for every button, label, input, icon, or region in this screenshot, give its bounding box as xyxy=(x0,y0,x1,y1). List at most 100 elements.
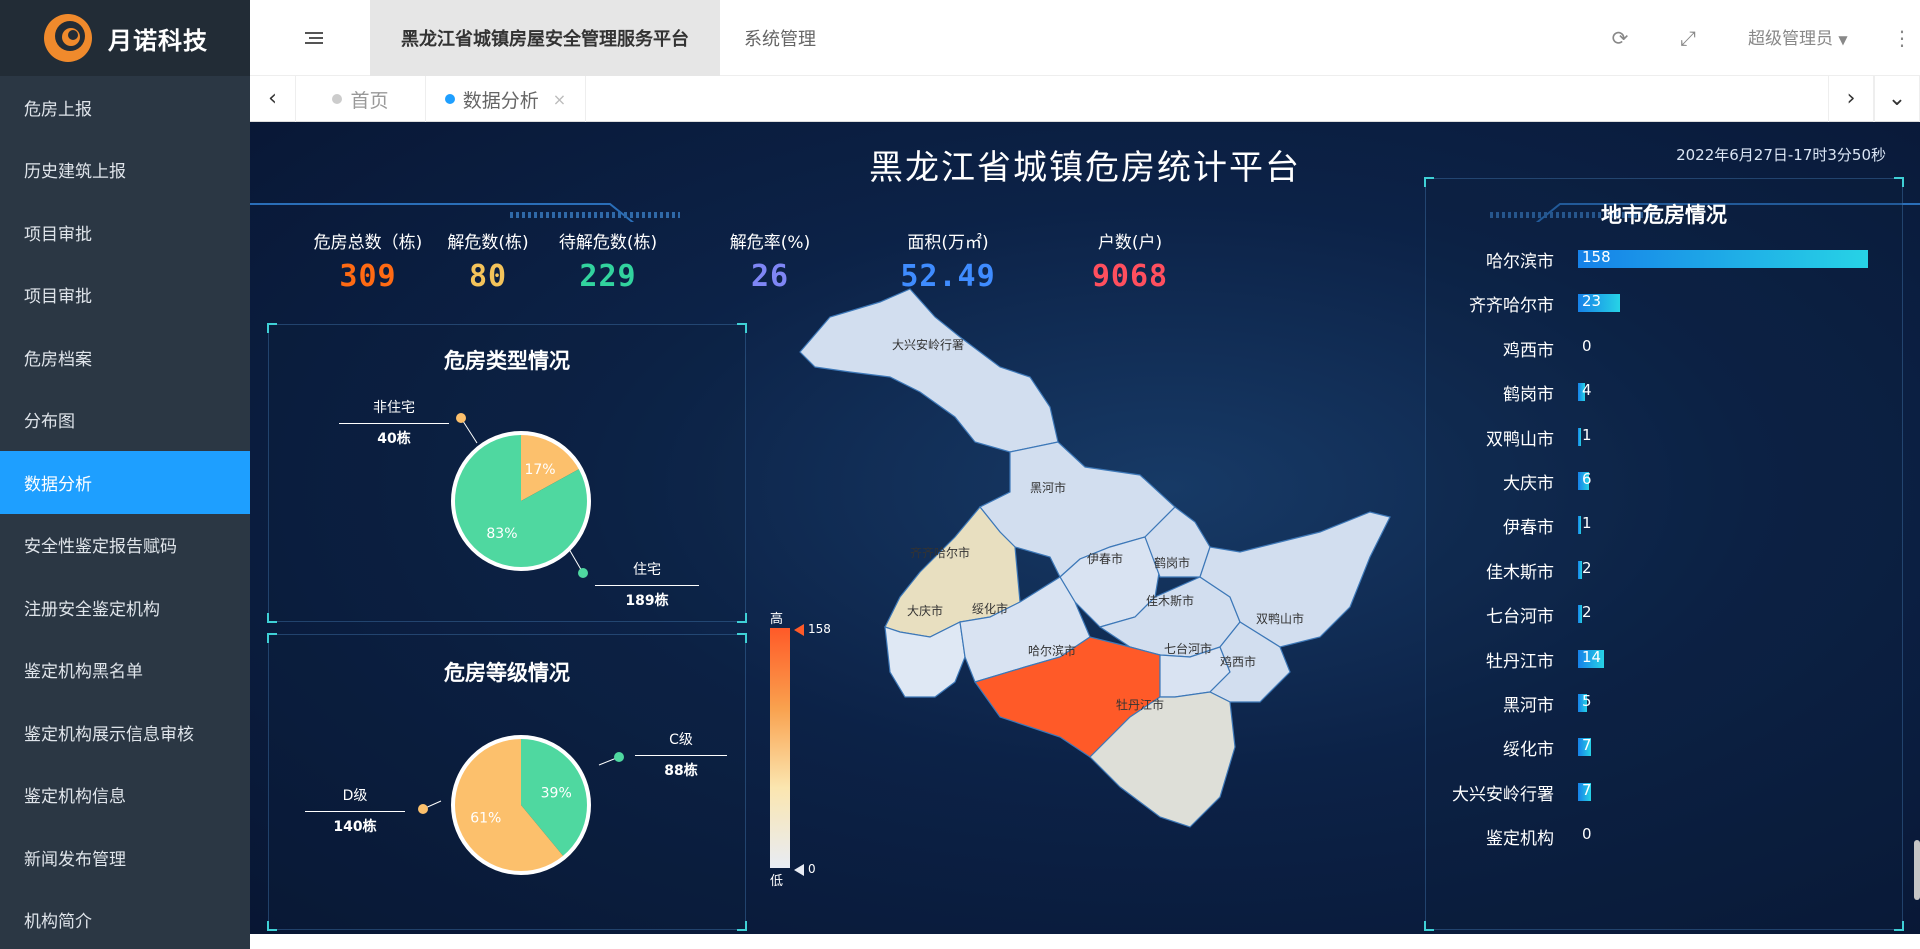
sidebar-item[interactable]: 鉴定机构黑名单 xyxy=(0,639,250,702)
page-tab-bar: ‹ 首页 数据分析 × › ⌄ xyxy=(250,76,1920,122)
sidebar-item[interactable]: 危房上报 xyxy=(0,76,250,139)
city-name: 齐齐哈尔市 xyxy=(1469,296,1554,317)
slice-count: 88栋 xyxy=(635,755,727,780)
pie-label-d: D级 140栋 xyxy=(305,785,405,836)
sidebar-item[interactable]: 安全性鉴定报告赋码 xyxy=(0,514,250,577)
stat-value: 229 xyxy=(579,259,637,294)
menu-icon[interactable] xyxy=(302,26,326,50)
app-root: 月诺科技 危房上报 历史建筑上报 项目审批 项目审批 危房档案 分布图 数据分析 安全性鉴定报… xyxy=(0,0,1920,949)
tab-scroll-left-icon[interactable]: ‹ xyxy=(250,76,296,122)
city-value: 1 xyxy=(1582,514,1592,533)
sidebar-item[interactable]: 项目审批 xyxy=(0,201,250,264)
city-name: 双鸭山市 xyxy=(1486,429,1554,450)
city-name: 七台河市 xyxy=(1486,607,1554,628)
city-row: 大庆市 6 xyxy=(1426,459,1906,503)
page-tab-label: 数据分析 xyxy=(462,89,539,112)
sidebar-item[interactable]: 数据分析 xyxy=(0,451,250,514)
pie-percent-label: 17% xyxy=(524,462,555,478)
level-panel: 危房等级情况 39% 61% C级 88栋 D级 140栋 xyxy=(267,633,747,931)
tab-scroll-right-icon[interactable]: › xyxy=(1828,76,1874,122)
sidebar-item[interactable]: 新闻发布管理 xyxy=(0,826,250,889)
stat-card: 待解危数(栋) 229 xyxy=(538,228,678,294)
city-bar[interactable] xyxy=(1578,250,1868,268)
brand-logo[interactable]: 月诺科技 xyxy=(0,0,250,76)
sidebar-item[interactable]: 机构简介 xyxy=(0,889,250,949)
city-name: 牡丹江市 xyxy=(1486,651,1554,672)
slice-count: 40栋 xyxy=(339,423,449,448)
city-row: 牡丹江市 14 xyxy=(1426,637,1906,681)
close-icon[interactable]: × xyxy=(553,90,566,109)
city-value: 158 xyxy=(1582,248,1611,266)
pie-label-residential: 住宅 189栋 xyxy=(595,559,699,610)
level-pie-chart: 39% 61% xyxy=(418,735,624,875)
map-label: 绥化市 xyxy=(972,601,1008,616)
sidebar-item[interactable]: 鉴定机构展示信息审核 xyxy=(0,701,250,764)
map-label: 鸡西市 xyxy=(1220,654,1256,669)
map-legend: 高 158 0 低 xyxy=(758,608,831,898)
city-row: 哈尔滨市 158 xyxy=(1426,237,1906,281)
city-bar[interactable] xyxy=(1578,427,1581,446)
tab-system[interactable]: 系统管理 xyxy=(744,0,816,76)
city-name: 大庆市 xyxy=(1503,474,1554,494)
brand-mark-icon xyxy=(44,14,92,62)
city-name: 伊春市 xyxy=(1503,518,1554,539)
city-value: 4 xyxy=(1582,381,1592,400)
sidebar-item[interactable]: 分布图 xyxy=(0,389,250,452)
map-label: 七台河市 xyxy=(1164,641,1212,656)
slice-name: 住宅 xyxy=(633,562,661,578)
tab-platform[interactable]: 黑龙江省城镇房屋安全管理服务平台 xyxy=(370,0,720,76)
chevron-down-icon[interactable]: ⌄ xyxy=(1874,76,1920,122)
city-name: 黑河市 xyxy=(1503,696,1554,716)
stat-value: 80 xyxy=(468,259,508,294)
city-value: 5 xyxy=(1582,692,1592,710)
city-value: 7 xyxy=(1582,736,1592,755)
sidebar-item[interactable]: 鉴定机构信息 xyxy=(0,764,250,827)
pie-percent-label: 39% xyxy=(541,785,572,801)
more-icon[interactable]: ⋮ xyxy=(1890,26,1914,50)
city-name: 鸡西市 xyxy=(1503,340,1554,361)
user-menu[interactable]: 超级管理员 ▼ xyxy=(1748,24,1848,49)
city-row: 绥化市 7 xyxy=(1426,725,1906,769)
legend-min: 0 xyxy=(808,862,816,876)
page-tab-analysis[interactable]: 数据分析 × xyxy=(426,76,586,122)
city-name: 大兴安岭行署 xyxy=(1452,784,1554,805)
page-tab-home[interactable]: 首页 xyxy=(296,76,426,122)
stat-label: 解危数(栋) xyxy=(447,233,529,253)
pie-marker xyxy=(578,568,588,578)
city-list: 哈尔滨市 158 齐齐哈尔市 23 鸡西市 0 鹤岗市 4 双鸭山市 1 大庆市 6 伊春市 1 佳木斯市 2… xyxy=(1426,237,1904,917)
city-bar[interactable] xyxy=(1578,516,1581,535)
city-value: 14 xyxy=(1582,647,1602,666)
dashboard-time: 2022年6月27日-17时3分50秒 xyxy=(1676,146,1886,164)
legend-low: 低 xyxy=(770,874,784,889)
fullscreen-icon[interactable]: ⤢ xyxy=(1676,26,1700,50)
sidebar-item[interactable]: 项目审批 xyxy=(0,264,250,327)
brand-name: 月诺科技 xyxy=(108,26,208,55)
legend-handle-icon[interactable] xyxy=(794,864,804,876)
sidebar-item[interactable]: 历史建筑上报 xyxy=(0,139,250,202)
city-name: 鹤岗市 xyxy=(1503,385,1554,406)
pie-percent-label: 83% xyxy=(486,526,517,542)
sidebar-item[interactable]: 注册安全鉴定机构 xyxy=(0,576,250,639)
chevron-down-icon: ▼ xyxy=(1838,33,1848,47)
user-name: 超级管理员 xyxy=(1748,29,1833,49)
map-label: 齐齐哈尔市 xyxy=(910,545,970,560)
dashboard: 黑龙江省城镇危房统计平台 2022年6月27日-17时3分50秒 危房总数（栋)… xyxy=(250,122,1920,934)
map-label: 鹤岗市 xyxy=(1154,555,1190,570)
legend-handle-icon[interactable] xyxy=(794,624,804,636)
sidebar-item[interactable]: 危房档案 xyxy=(0,326,250,389)
stat-label: 解危率(%) xyxy=(729,233,811,253)
legend-max: 158 xyxy=(808,622,831,636)
city-row: 七台河市 2 xyxy=(1426,592,1906,636)
stat-card: 危房总数（栋) 309 xyxy=(298,228,438,294)
city-name: 哈尔滨市 xyxy=(1486,252,1554,272)
page-scrollbar[interactable] xyxy=(1914,840,1920,900)
city-row: 鉴定机构 0 xyxy=(1426,814,1906,858)
city-row: 齐齐哈尔市 23 xyxy=(1426,281,1906,325)
stat-label: 面积(万㎡) xyxy=(907,233,989,253)
stat-label: 危房总数（栋) xyxy=(313,233,423,253)
city-panel-title: 地市危房情况 xyxy=(1601,203,1727,227)
city-value: 6 xyxy=(1582,470,1592,488)
top-header: 黑龙江省城镇房屋安全管理服务平台 系统管理 ⟳ ⤢ 超级管理员 ▼ ⋮ xyxy=(250,0,1920,76)
refresh-icon[interactable]: ⟳ xyxy=(1608,26,1632,50)
city-row: 大兴安岭行署 7 xyxy=(1426,770,1906,814)
